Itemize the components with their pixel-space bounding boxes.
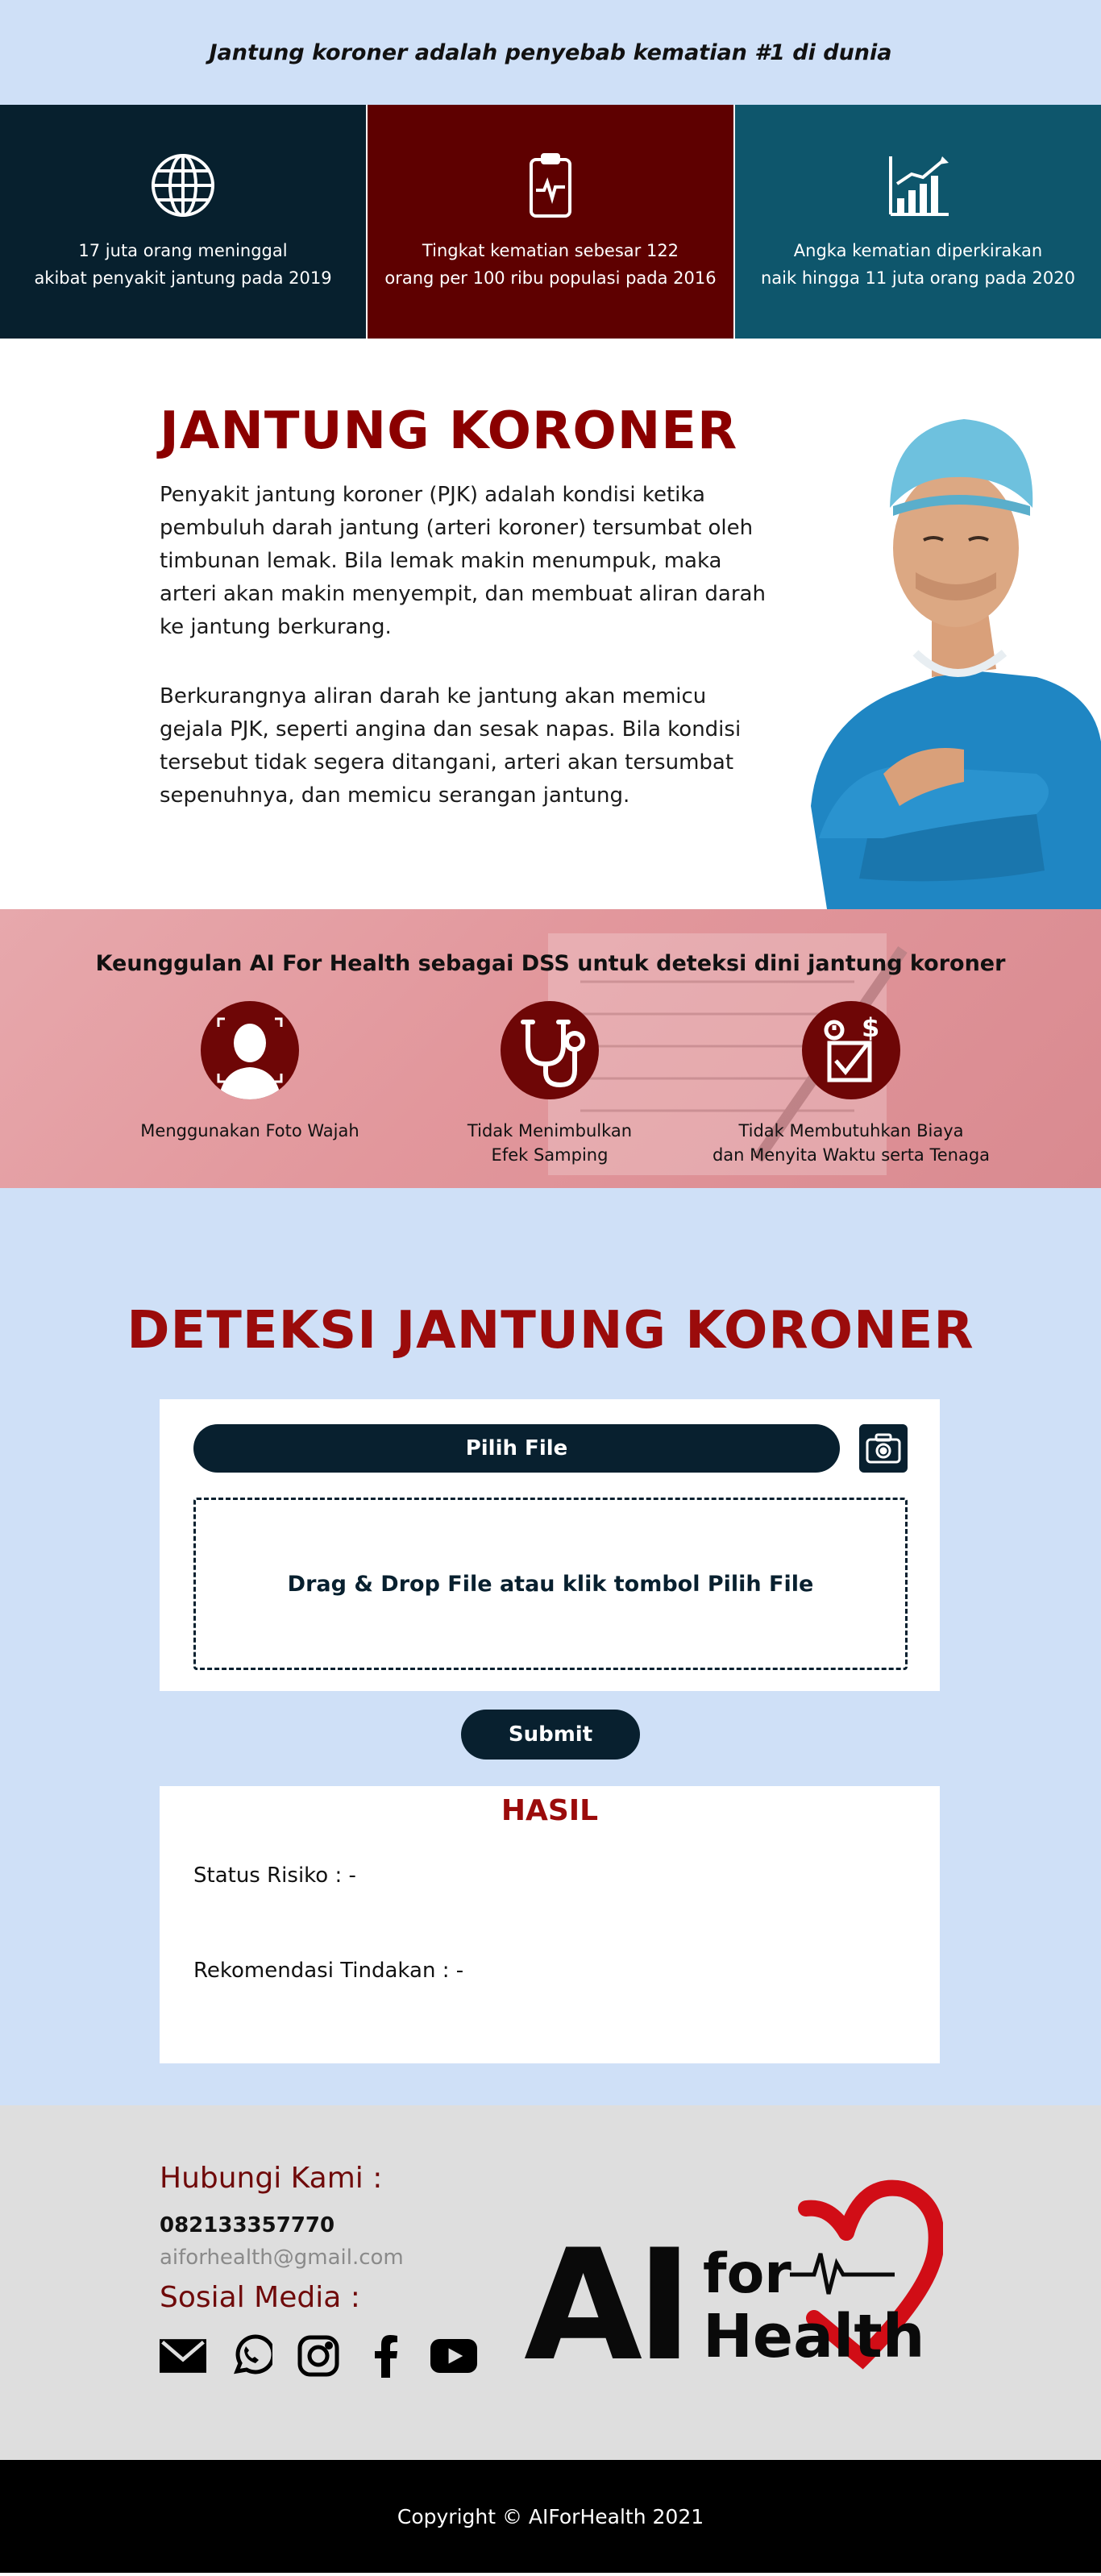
contact-section: Hubungi Kami : 082133357770 aiforhealth@… [0, 2105, 1101, 2460]
svg-text:$: $ [862, 1012, 879, 1043]
stat-projection-2020: Angka kematian diperkirakan naik hingga … [735, 105, 1101, 339]
stat-line: naik hingga 11 juta orang pada 2020 [760, 268, 1075, 288]
banner-text: Jantung koroner adalah penyebab kematian… [209, 39, 892, 65]
about-paragraph-1: Penyakit jantung koroner (PJK) adalah ko… [160, 483, 766, 639]
stat-death-rate-2016: Tingkat kematian sebesar 122 orang per 1… [366, 105, 735, 339]
whatsapp-icon[interactable] [227, 2333, 274, 2379]
advantage-label: Menggunakan Foto Wajah [140, 1121, 359, 1141]
advantage-label: Efek Samping [491, 1145, 609, 1165]
heart-monitor-icon [530, 153, 571, 218]
contact-title: Hubungi Kami : [160, 2162, 383, 2195]
svg-text:AI: AI [524, 2217, 687, 2395]
contact-phone: 082133357770 [160, 2213, 335, 2237]
globe-icon [152, 154, 214, 217]
stat-deaths-2019: 17 juta orang meninggal akibat penyakit … [0, 105, 366, 339]
camera-icon [866, 1433, 901, 1464]
advantage-label: Tidak Menimbulkan [467, 1121, 633, 1141]
about-section: JANTUNG KORONER Penyakit jantung koroner… [0, 339, 1101, 909]
svg-text:for: for [703, 2242, 791, 2306]
cost-time-checklist-icon: $ [802, 1001, 900, 1099]
result-card: HASIL Status Risiko : - Rekomendasi Tind… [160, 1786, 940, 2063]
detection-section: DETEKSI JANTUNG KORONER Pilih File Drag … [0, 1188, 1101, 2105]
stat-line: Tingkat kematian sebesar 122 [422, 241, 679, 260]
result-title: HASIL [501, 1794, 599, 1827]
stat-line: akibat penyakit jantung pada 2019 [34, 268, 332, 288]
about-title: JANTUNG KORONER [160, 401, 738, 461]
doctor-image [811, 419, 1101, 909]
copyright-text: Copyright © AIForHealth 2021 [397, 2504, 704, 2528]
drop-zone[interactable]: Drag & Drop File atau klik tombol Pilih … [193, 1498, 908, 1670]
stat-line: Angka kematian diperkirakan [793, 241, 1043, 260]
advantages-section: Keunggulan AI For Health sebagai DSS unt… [0, 909, 1101, 1188]
about-paragraph-2: Berkurangnya aliran darah ke jantung aka… [160, 684, 742, 808]
advantage-label: dan Menyita Waktu serta Tenaga [712, 1145, 991, 1165]
mail-icon[interactable] [160, 2333, 206, 2379]
submit-button[interactable]: Submit [461, 1710, 640, 1760]
advantage-item: Menggunakan Foto Wajah [89, 1001, 411, 1143]
camera-button[interactable] [859, 1424, 908, 1473]
advantages-list: Menggunakan Foto Wajah Tidak Menimbulkan… [0, 1001, 1101, 1178]
stethoscope-icon [501, 1001, 599, 1099]
stats-section: 17 juta orang meninggal akibat penyakit … [0, 105, 1101, 339]
instagram-icon[interactable] [295, 2333, 342, 2379]
risk-status: Status Risiko : - [193, 1863, 356, 1888]
contact-email[interactable]: aiforhealth@gmail.com [160, 2246, 404, 2270]
face-scan-icon [201, 1001, 299, 1099]
youtube-icon[interactable] [430, 2333, 477, 2379]
advantage-item: Tidak Menimbulkan Efek Samping [388, 1001, 711, 1167]
advantages-title: Keunggulan AI For Health sebagai DSS unt… [95, 951, 1006, 976]
stat-line: orang per 100 ribu populasi pada 2016 [384, 268, 717, 288]
aiforhealth-logo: AI for Health [524, 2179, 943, 2395]
footer: Copyright © AIForHealth 2021 [0, 2460, 1101, 2573]
pick-file-button[interactable]: Pilih File [193, 1424, 840, 1473]
facebook-icon[interactable] [363, 2333, 409, 2379]
top-banner: Jantung koroner adalah penyebab kematian… [0, 0, 1101, 105]
upload-card: Pilih File Drag & Drop File atau klik to… [160, 1399, 940, 1691]
svg-text:Health: Health [703, 2302, 924, 2371]
advantage-label: Tidak Membutuhkan Biaya [738, 1121, 964, 1141]
stat-line: 17 juta orang meninggal [78, 241, 288, 260]
action-recommendation: Rekomendasi Tindakan : - [193, 1959, 464, 1983]
growth-chart-icon [889, 156, 949, 216]
social-icons [160, 2333, 477, 2379]
social-media-title: Sosial Media : [160, 2281, 360, 2314]
detection-title: DETEKSI JANTUNG KORONER [127, 1301, 974, 1361]
advantage-item: $ Tidak Membutuhkan Biaya dan Menyita Wa… [690, 1001, 1012, 1167]
